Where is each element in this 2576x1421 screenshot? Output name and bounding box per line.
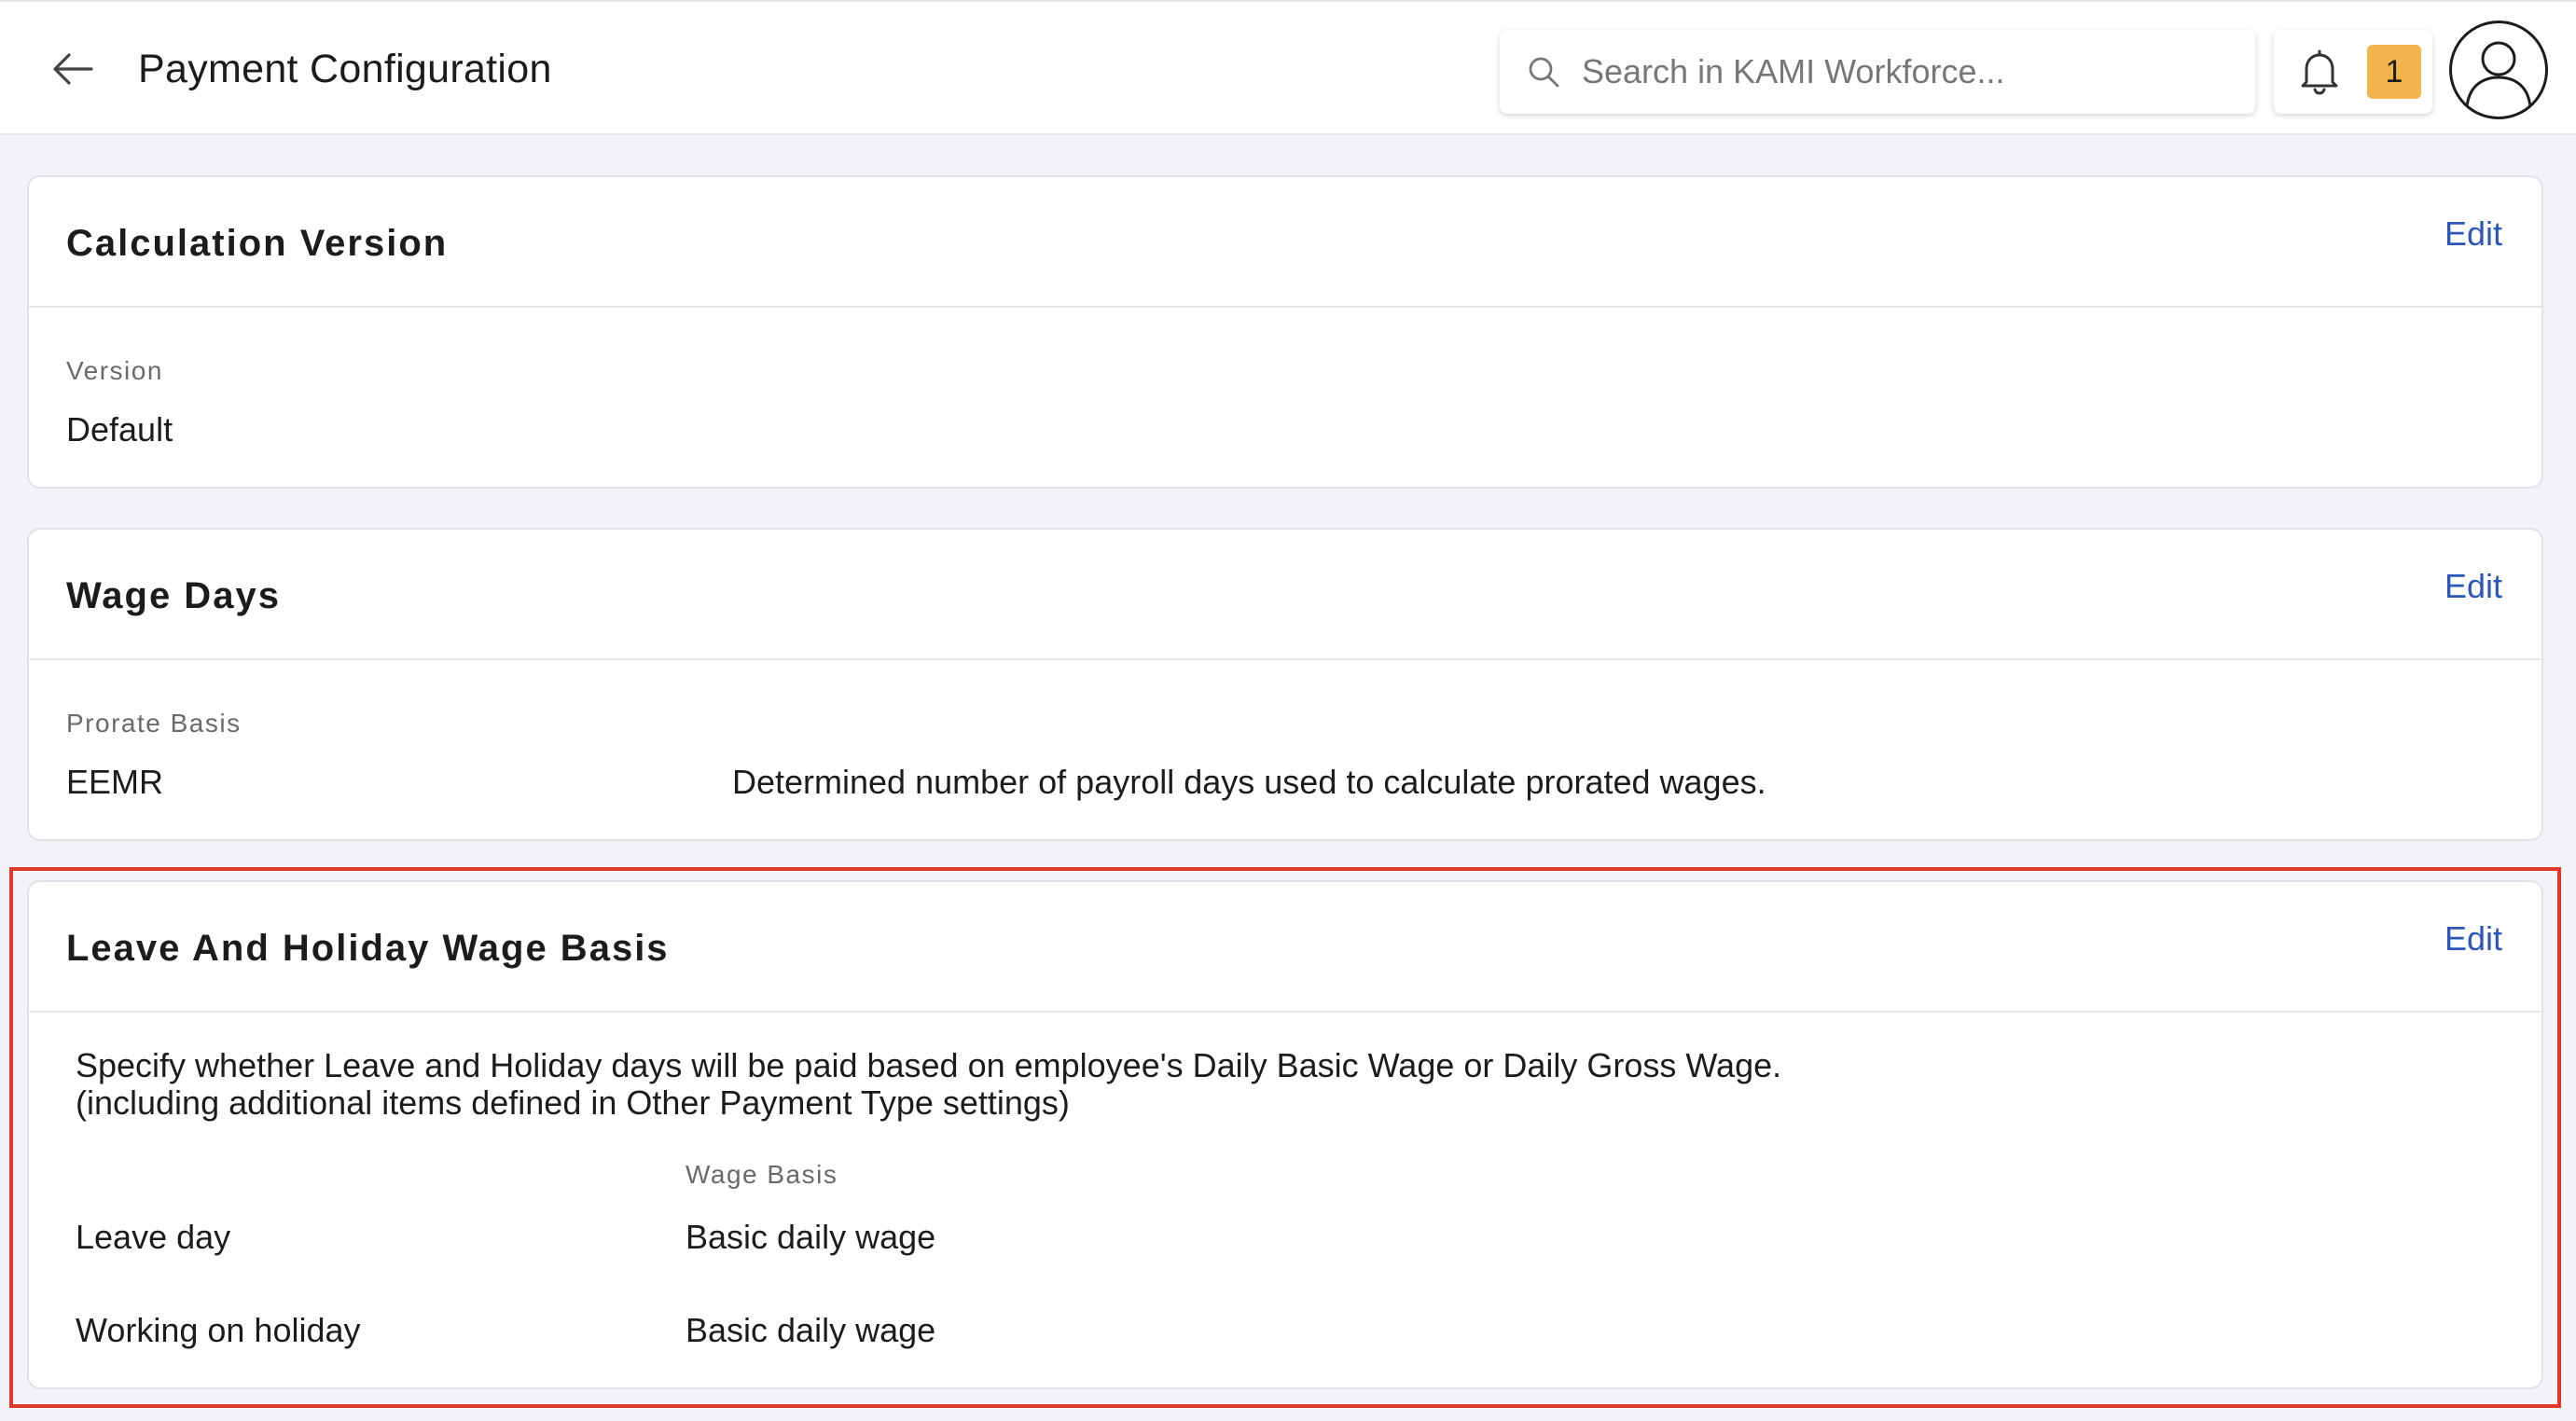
notifications-button[interactable]: 1 <box>2274 30 2432 114</box>
card-title: Leave And Holiday Wage Basis <box>66 928 670 969</box>
bell-icon <box>2296 47 2343 97</box>
description-line-1: Specify whether Leave and Holiday days w… <box>76 1046 1782 1084</box>
top-header: Payment Configuration 1 <box>0 0 2576 135</box>
wage-basis-column-header: Wage Basis <box>686 1160 838 1189</box>
version-label: Version <box>66 356 163 385</box>
edit-leave-holiday-link[interactable]: Edit <box>2444 916 2502 962</box>
edit-wage-days-link[interactable]: Edit <box>2444 563 2502 610</box>
edit-calculation-version-link[interactable]: Edit <box>2444 211 2502 257</box>
card-header: Wage Days Edit <box>29 530 2541 660</box>
card-title: Wage Days <box>66 575 281 616</box>
leave-holiday-wage-basis-card: Leave And Holiday Wage Basis Edit Specif… <box>27 880 2543 1389</box>
card-header: Calculation Version Edit <box>29 177 2541 308</box>
version-value: Default <box>66 410 173 448</box>
arrow-left-icon <box>53 53 93 85</box>
notification-count-badge: 1 <box>2367 45 2421 99</box>
search-icon <box>1526 54 1561 90</box>
row-value-working-on-holiday: Basic daily wage <box>686 1311 936 1349</box>
prorate-basis-description: Determined number of payroll days used t… <box>732 763 1766 801</box>
page-title: Payment Configuration <box>138 47 552 91</box>
prorate-basis-label: Prorate Basis <box>66 709 242 738</box>
row-label-leave-day: Leave day <box>76 1218 231 1256</box>
back-button[interactable] <box>47 45 99 93</box>
search-input[interactable] <box>1582 52 2235 91</box>
wage-days-card: Wage Days Edit Prorate Basis EEMR Determ… <box>27 528 2543 841</box>
row-value-leave-day: Basic daily wage <box>686 1218 936 1256</box>
row-label-working-on-holiday: Working on holiday <box>76 1311 361 1349</box>
description-line-2: (including additional items defined in O… <box>76 1083 1070 1122</box>
search-box[interactable] <box>1500 30 2255 114</box>
prorate-basis-value: EEMR <box>66 763 164 801</box>
calculation-version-card: Calculation Version Edit Version Default <box>27 175 2543 489</box>
user-avatar-icon[interactable] <box>2449 21 2548 119</box>
card-title: Calculation Version <box>66 223 449 264</box>
card-header: Leave And Holiday Wage Basis Edit <box>29 882 2541 1013</box>
